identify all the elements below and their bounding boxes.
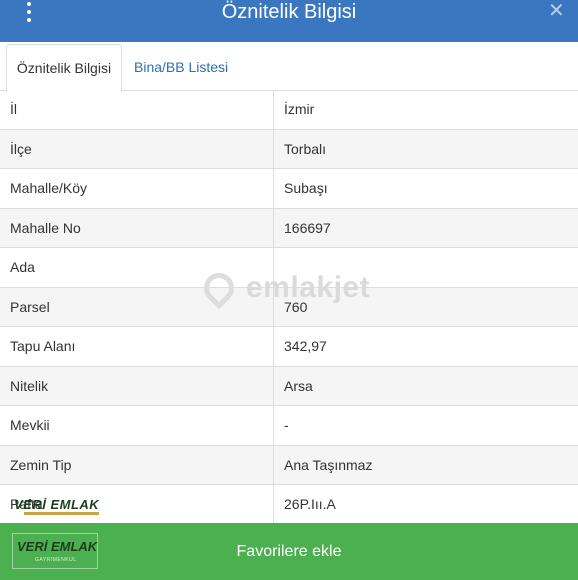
- row-key-tapu-alani: Tapu Alanı: [0, 326, 274, 367]
- row-value-pafta: 26P.Iıı.A: [273, 484, 578, 525]
- table-row: Mevkii -: [0, 405, 578, 446]
- table-row: Ada: [0, 247, 578, 288]
- row-key-il: İl: [0, 90, 274, 130]
- title-bar: Öznitelik Bilgisi ✕: [0, 0, 578, 42]
- row-value-nitelik: Arsa: [273, 366, 578, 406]
- table-row: Nitelik Arsa: [0, 366, 578, 406]
- add-to-favorites-button[interactable]: Favorilere ekle VERİ EMLAK GAYRIMENKUL: [0, 523, 578, 580]
- row-value-mevkii: -: [273, 405, 578, 446]
- table-row: Zemin Tip Ana Taşınmaz: [0, 445, 578, 485]
- row-key-mahalle-no: Mahalle No: [0, 208, 274, 248]
- logo-text: VERİ EMLAK: [17, 539, 98, 554]
- row-key-mahalle-koy: Mahalle/Köy: [0, 168, 274, 209]
- row-value-zemin-tip: Ana Taşınmaz: [273, 445, 578, 485]
- row-key-nitelik: Nitelik: [0, 366, 274, 406]
- close-icon[interactable]: ✕: [548, 1, 565, 21]
- table-row: Mahalle No 166697: [0, 208, 578, 248]
- attribute-table: İl İzmir İlçe Torbalı Mahalle/Köy Subaşı…: [0, 90, 578, 525]
- row-key-ilce: İlçe: [0, 129, 274, 169]
- logo-subtext: GAYRIMENKUL: [35, 557, 77, 563]
- row-key-ada: Ada: [0, 247, 274, 288]
- row-value-tapu-alani: 342,97: [273, 326, 578, 367]
- veri-emlak-stamp: VERİ EMLAK: [14, 497, 100, 515]
- row-key-zemin-tip: Zemin Tip: [0, 445, 274, 485]
- table-row: İlçe Torbalı: [0, 129, 578, 169]
- row-value-mahalle-no: 166697: [273, 208, 578, 248]
- table-row: Mahalle/Köy Subaşı: [0, 168, 578, 209]
- row-value-ada: [273, 247, 578, 288]
- row-key-parsel: Parsel: [0, 287, 274, 327]
- table-row: İl İzmir: [0, 90, 578, 130]
- row-key-mevkii: Mevkii: [0, 405, 274, 446]
- tab-bar: Öznitelik Bilgisi Bina/BB Listesi: [0, 42, 578, 92]
- row-value-ilce: Torbalı: [273, 129, 578, 169]
- page-title: Öznitelik Bilgisi: [221, 1, 357, 23]
- tab-oznitelik-bilgisi[interactable]: Öznitelik Bilgisi: [6, 44, 122, 92]
- row-value-mahalle-koy: Subaşı: [273, 168, 578, 209]
- veri-emlak-logo: VERİ EMLAK GAYRIMENKUL: [12, 533, 98, 569]
- row-value-parsel: 760: [273, 287, 578, 327]
- tab-bina-bb-listesi[interactable]: Bina/BB Listesi: [134, 44, 228, 90]
- table-row: Parsel 760: [0, 287, 578, 327]
- table-row: Tapu Alanı 342,97: [0, 326, 578, 367]
- row-value-il: İzmir: [273, 90, 578, 130]
